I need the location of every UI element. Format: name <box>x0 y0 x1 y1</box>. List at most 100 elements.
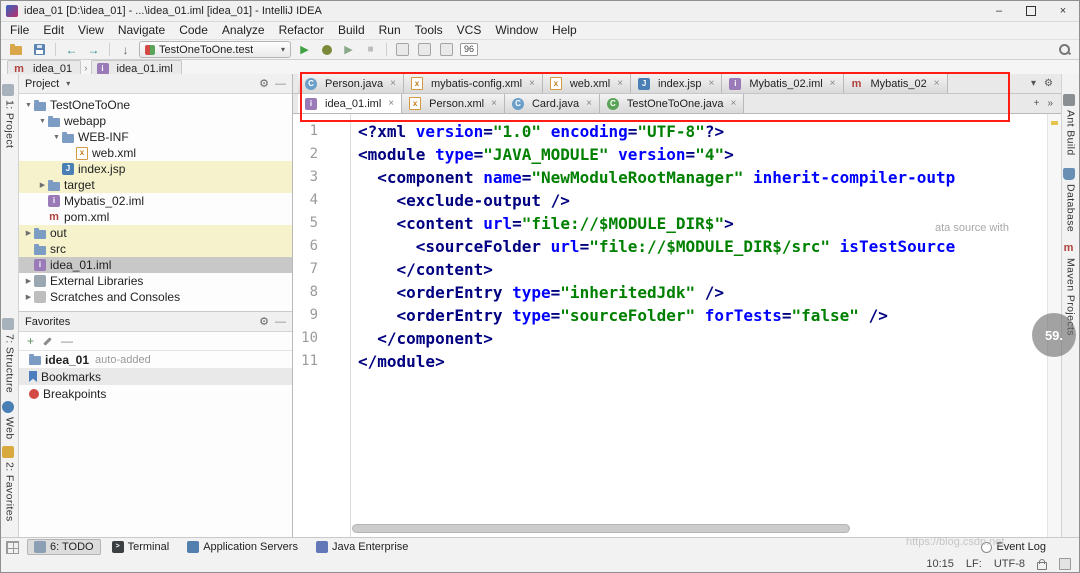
close-tab-icon[interactable]: × <box>830 78 836 89</box>
status-line-ending[interactable]: LF: <box>966 558 982 570</box>
menu-window[interactable]: Window <box>488 22 545 39</box>
toolbar-extra-icon-3[interactable] <box>438 42 455 58</box>
save-all-button[interactable] <box>31 42 48 58</box>
menu-help[interactable]: Help <box>545 22 584 39</box>
run-configuration-select[interactable]: TestOneToOne.test ▾ <box>139 41 291 58</box>
tree-item-webapp[interactable]: ▼ webapp <box>19 113 292 129</box>
close-tab-icon[interactable]: × <box>934 78 940 89</box>
editor-tab-mybatis-02[interactable]: m Mybatis_02 × <box>843 74 948 93</box>
close-tab-icon[interactable]: × <box>388 98 394 109</box>
close-tab-icon[interactable]: × <box>586 98 592 109</box>
menu-vcs[interactable]: VCS <box>450 22 489 39</box>
toolwindow-button-database[interactable]: Database <box>1062 167 1079 232</box>
favorites-item-breakpoints[interactable]: Breakpoints <box>19 385 292 402</box>
status-position[interactable]: 10:15 <box>926 558 954 570</box>
tree-item-web-xml[interactable]: x web.xml <box>19 145 292 161</box>
menu-code[interactable]: Code <box>172 22 215 39</box>
editor-code-area[interactable]: 1 2 3 4 5 6 7 8 9 10 11 <?xml version="1.0" encodi… <box>293 114 1061 538</box>
collapse-arrow-icon[interactable]: ▼ <box>51 134 62 141</box>
settings-gear-icon[interactable]: ⚙ <box>259 77 269 90</box>
add-tab-icon[interactable]: + <box>1034 98 1040 109</box>
hide-panel-icon[interactable]: — <box>275 78 286 90</box>
badge-96[interactable]: 96 <box>460 43 479 56</box>
favorites-item-idea-01[interactable]: idea_01 auto-added <box>19 351 292 368</box>
toolwindow-button-7-structure[interactable]: 7: Structure <box>1 318 18 393</box>
editor-tab-person-java[interactable]: C Person.java × <box>298 74 404 93</box>
add-favorite-button[interactable]: + <box>27 334 34 348</box>
editor-tab-person-xml[interactable]: x Person.xml × <box>402 94 505 113</box>
settings-gear-icon[interactable]: ⚙ <box>1044 78 1053 89</box>
run-button[interactable]: ▶ <box>296 42 313 58</box>
expand-arrow-icon[interactable]: ▶ <box>23 229 34 237</box>
collapse-arrow-icon[interactable]: ▼ <box>37 118 48 125</box>
forward-button[interactable]: → <box>85 42 102 58</box>
collapse-arrow-icon[interactable]: ▼ <box>23 102 34 109</box>
menu-build[interactable]: Build <box>331 22 372 39</box>
tree-item-web-inf[interactable]: ▼ WEB-INF <box>19 129 292 145</box>
more-tabs-icon[interactable]: » <box>1047 98 1053 109</box>
tree-item-scratches-and-consoles[interactable]: ▶ Scratches and Consoles <box>19 289 292 305</box>
editor-tab-web-xml[interactable]: x web.xml × <box>542 74 632 93</box>
toolwindow-java-enterprise[interactable]: Java Enterprise <box>309 539 415 555</box>
close-button[interactable]: × <box>1047 1 1079 21</box>
sort-icon[interactable]: ↓ <box>117 42 134 58</box>
editor-tab-idea-01-iml[interactable]: i idea_01.iml × <box>298 94 403 113</box>
expand-arrow-icon[interactable]: ▶ <box>23 293 34 301</box>
toolwindow-button-web[interactable]: Web <box>1 401 18 440</box>
minimize-button[interactable]: – <box>983 1 1015 21</box>
lock-icon[interactable] <box>1037 558 1047 570</box>
menu-navigate[interactable]: Navigate <box>111 22 172 39</box>
maximize-button[interactable] <box>1015 1 1047 21</box>
status-encoding[interactable]: UTF-8 <box>994 558 1025 570</box>
close-tab-icon[interactable]: × <box>491 98 497 109</box>
editor-tab-index-jsp[interactable]: Jindex.jsp × <box>631 74 723 93</box>
tree-item-out[interactable]: ▶ out <box>19 225 292 241</box>
remove-favorite-button[interactable]: — <box>61 334 73 348</box>
editor-tab-testonetoone-java[interactable]: C TestOneToOne.java × <box>599 94 745 113</box>
search-icon[interactable] <box>1058 43 1071 56</box>
toolwindow-button-2-favorites[interactable]: 2: Favorites <box>1 446 18 522</box>
close-tab-icon[interactable]: × <box>708 78 714 89</box>
tree-item-index-jsp[interactable]: Jindex.jsp <box>19 161 292 177</box>
toolbar-extra-icon-1[interactable] <box>394 42 411 58</box>
menu-run[interactable]: Run <box>372 22 408 39</box>
close-tab-icon[interactable]: × <box>529 78 535 89</box>
coverage-button[interactable]: ▶ <box>340 42 357 58</box>
close-tab-icon[interactable]: × <box>390 78 396 89</box>
tree-item-target[interactable]: ▶ target <box>19 177 292 193</box>
back-button[interactable]: ← <box>63 42 80 58</box>
editor-tab-card-java[interactable]: C Card.java × <box>504 94 600 113</box>
tree-item-mybatis-02-iml[interactable]: i Mybatis_02.iml <box>19 193 292 209</box>
chevron-down-icon[interactable]: ▾ <box>66 79 70 88</box>
tab-list-dropdown-icon[interactable]: ▾ <box>1031 78 1036 89</box>
tree-item-pom-xml[interactable]: m pom.xml <box>19 209 292 225</box>
horizontal-scrollbar[interactable] <box>352 524 1045 533</box>
settings-gear-icon[interactable]: ⚙ <box>259 315 269 328</box>
tree-item-testonetoone[interactable]: ▼ TestOneToOne <box>19 97 292 113</box>
menu-analyze[interactable]: Analyze <box>215 22 272 39</box>
editor-tab-mybatis-config-xml[interactable]: x mybatis-config.xml × <box>403 74 543 93</box>
open-button[interactable] <box>9 42 26 58</box>
close-tab-icon[interactable]: × <box>617 78 623 89</box>
toolbar-extra-icon-2[interactable] <box>416 42 433 58</box>
expand-arrow-icon[interactable]: ▶ <box>23 277 34 285</box>
menu-tools[interactable]: Tools <box>408 22 450 39</box>
debug-button[interactable] <box>318 42 335 58</box>
menu-refactor[interactable]: Refactor <box>272 22 331 39</box>
scrollbar-thumb[interactable] <box>352 524 850 533</box>
edit-icon[interactable] <box>43 336 52 346</box>
editor-tab-mybatis-02-iml[interactable]: i Mybatis_02.iml × <box>722 74 844 93</box>
tree-item-src[interactable]: src <box>19 241 292 257</box>
toolwindow-6-todo[interactable]: 6: TODO <box>27 539 101 555</box>
tree-item-idea-01-iml[interactable]: i idea_01.iml <box>19 257 292 273</box>
toolwindow-switcher-icon[interactable] <box>6 540 19 554</box>
menu-view[interactable]: View <box>71 22 111 39</box>
close-tab-icon[interactable]: × <box>731 98 737 109</box>
favorites-item-bookmarks[interactable]: Bookmarks <box>19 368 292 385</box>
project-pane-title[interactable]: Project <box>25 78 59 90</box>
toolwindow-button-1-project[interactable]: 1: Project <box>1 84 18 148</box>
hide-panel-icon[interactable]: — <box>275 316 286 328</box>
menu-edit[interactable]: Edit <box>36 22 71 39</box>
toolwindow-terminal[interactable]: > Terminal <box>105 539 177 555</box>
memory-indicator-icon[interactable] <box>1059 558 1071 570</box>
